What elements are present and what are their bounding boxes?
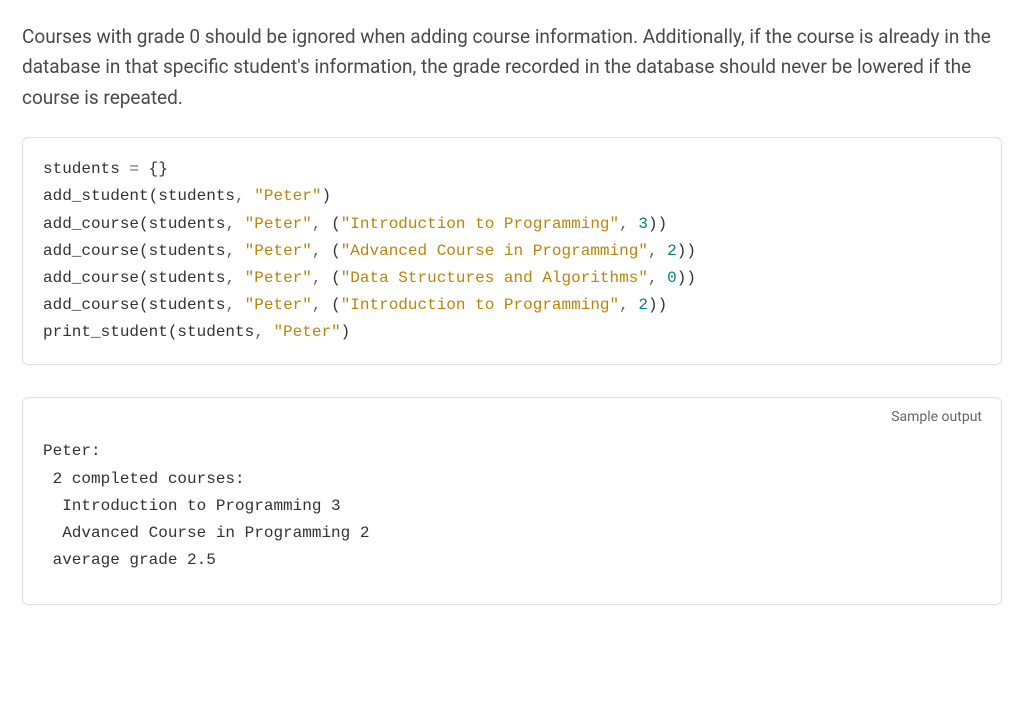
code-number: 3 [638,215,648,233]
code-comma: , [225,242,235,260]
code-paren: )) [677,269,696,287]
code-number: 0 [667,269,677,287]
code-space [235,269,245,287]
code-operator: = [129,160,139,178]
code-paren: )) [648,296,667,314]
code-comma: , [648,242,658,260]
code-text: add_student(students [43,187,235,205]
code-paren: )) [677,242,696,260]
code-comma: , [619,215,629,233]
code-text: add_course(students [43,269,225,287]
code-text: ( [321,242,340,260]
code-comma: , [225,296,235,314]
code-text: print_student(students [43,323,254,341]
code-string: "Peter" [245,296,312,314]
code-string: "Peter" [254,187,321,205]
code-comma: , [648,269,658,287]
code-block: students = {} add_student(students, "Pet… [22,137,1002,365]
code-space [629,296,639,314]
code-string: "Peter" [245,269,312,287]
code-text: {} [139,160,168,178]
code-space [235,296,245,314]
code-string: "Introduction to Programming" [341,296,619,314]
code-string: "Introduction to Programming" [341,215,619,233]
code-number: 2 [638,296,648,314]
code-paren: )) [648,215,667,233]
code-number: 2 [667,242,677,260]
code-string: "Peter" [273,323,340,341]
description-paragraph: Courses with grade 0 should be ignored w… [22,22,1002,113]
code-space [235,242,245,260]
code-space [658,242,668,260]
code-comma: , [225,215,235,233]
code-paren: ) [341,323,351,341]
output-container: Sample output Peter: 2 completed courses… [22,397,1002,605]
code-text: add_course(students [43,242,225,260]
code-text: students [43,160,129,178]
code-string: "Peter" [245,215,312,233]
code-space [658,269,668,287]
code-text: ( [321,296,340,314]
code-text: add_course(students [43,296,225,314]
code-string: "Data Structures and Algorithms" [341,269,648,287]
code-comma: , [225,269,235,287]
code-space [235,215,245,233]
code-string: "Peter" [245,242,312,260]
code-space [264,323,274,341]
code-text: ( [321,269,340,287]
code-text: add_course(students [43,215,225,233]
code-comma: , [235,187,245,205]
code-space [629,215,639,233]
code-text: ( [321,215,340,233]
code-comma: , [254,323,264,341]
output-block: Peter: 2 completed courses: Introduction… [22,397,1002,605]
code-space [245,187,255,205]
output-label: Sample output [891,409,982,425]
code-paren: ) [321,187,331,205]
code-comma: , [619,296,629,314]
code-string: "Advanced Course in Programming" [341,242,648,260]
